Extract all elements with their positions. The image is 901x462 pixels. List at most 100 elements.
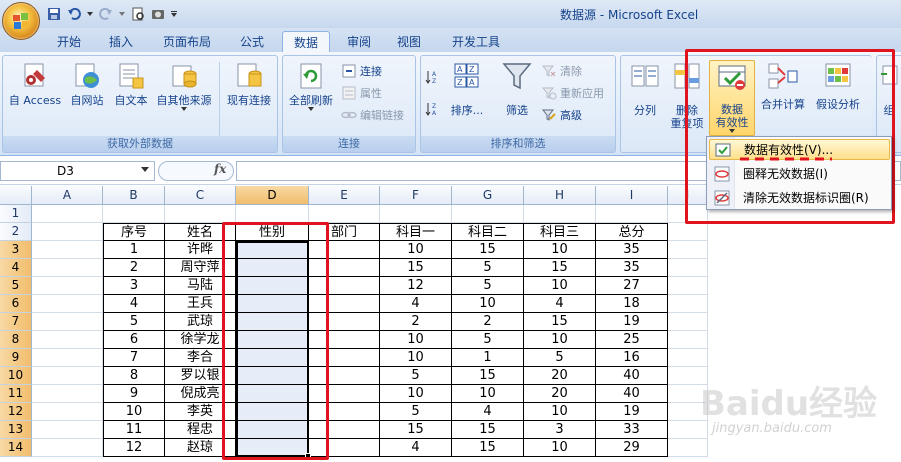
column-header-c[interactable]: C [165, 186, 236, 205]
cell-g5[interactable]: 5 [452, 277, 524, 295]
cell-f4[interactable]: 15 [380, 259, 452, 277]
cell-f7[interactable]: 2 [380, 313, 452, 331]
cell-b10[interactable]: 8 [103, 367, 165, 385]
print-preview-icon[interactable] [130, 6, 146, 22]
properties-button[interactable]: 属性 [341, 84, 382, 102]
cell-a5[interactable] [32, 277, 103, 295]
cell-h5[interactable]: 10 [524, 277, 596, 295]
cell-i11[interactable]: 40 [596, 385, 668, 403]
cell-j7[interactable] [668, 313, 708, 331]
cell-b12[interactable]: 10 [103, 403, 165, 421]
cell-b13[interactable]: 11 [103, 421, 165, 439]
cell-g9[interactable]: 1 [452, 349, 524, 367]
cell-g6[interactable]: 10 [452, 295, 524, 313]
cell-f12[interactable]: 5 [380, 403, 452, 421]
cell-f13[interactable]: 15 [380, 421, 452, 439]
from-other-sources-button[interactable]: 自其他来源 [151, 60, 217, 111]
cell-h13[interactable]: 3 [524, 421, 596, 439]
cell-h2[interactable]: 科目三 [524, 223, 596, 241]
row-header-10[interactable]: 10 [0, 367, 32, 385]
column-header-e[interactable]: E [309, 186, 380, 205]
select-all-corner[interactable] [0, 186, 32, 205]
cell-b5[interactable]: 3 [103, 277, 165, 295]
cell-i4[interactable]: 35 [596, 259, 668, 277]
cell-a12[interactable] [32, 403, 103, 421]
cell-i5[interactable]: 27 [596, 277, 668, 295]
clear-filter-button[interactable]: 清除 [541, 62, 582, 80]
tab-home[interactable]: 开始 [44, 31, 94, 52]
cell-h12[interactable]: 10 [524, 403, 596, 421]
row-header-12[interactable]: 12 [0, 403, 32, 421]
cell-f11[interactable]: 10 [380, 385, 452, 403]
cell-f3[interactable]: 10 [380, 241, 452, 259]
cell-b11[interactable]: 9 [103, 385, 165, 403]
cell-a9[interactable] [32, 349, 103, 367]
office-button[interactable] [2, 2, 40, 40]
cell-i12[interactable]: 19 [596, 403, 668, 421]
cell-g2[interactable]: 科目二 [452, 223, 524, 241]
cell-j2[interactable] [668, 223, 708, 241]
column-header-a[interactable]: A [32, 186, 103, 205]
cell-h14[interactable]: 10 [524, 439, 596, 457]
row-header-6[interactable]: 6 [0, 295, 32, 313]
cell-a6[interactable] [32, 295, 103, 313]
row-header-2[interactable]: 2 [0, 223, 32, 241]
connections-button[interactable]: 连接 [341, 62, 382, 80]
reapply-button[interactable]: 重新应用 [541, 84, 604, 102]
cell-g4[interactable]: 5 [452, 259, 524, 277]
from-text-button[interactable]: 自文本 [109, 60, 153, 107]
cell-g11[interactable]: 10 [452, 385, 524, 403]
cell-a10[interactable] [32, 367, 103, 385]
cell-i9[interactable]: 16 [596, 349, 668, 367]
cell-i10[interactable]: 40 [596, 367, 668, 385]
cell-b1[interactable] [103, 205, 165, 223]
tab-formulas[interactable]: 公式 [228, 31, 276, 52]
cell-i2[interactable]: 总分 [596, 223, 668, 241]
tab-view[interactable]: 视图 [386, 31, 432, 52]
cell-a11[interactable] [32, 385, 103, 403]
tab-review[interactable]: 审阅 [336, 31, 382, 52]
cell-f9[interactable]: 10 [380, 349, 452, 367]
text-to-columns-button[interactable]: 分列 [623, 60, 667, 117]
row-header-4[interactable]: 4 [0, 259, 32, 277]
cell-i1[interactable] [596, 205, 668, 223]
cell-f2[interactable]: 科目一 [380, 223, 452, 241]
cell-g10[interactable]: 15 [452, 367, 524, 385]
cell-b14[interactable]: 12 [103, 439, 165, 457]
cell-j9[interactable] [668, 349, 708, 367]
cell-b7[interactable]: 5 [103, 313, 165, 331]
row-header-5[interactable]: 5 [0, 277, 32, 295]
tab-page-layout[interactable]: 页面布局 [152, 31, 222, 52]
cell-h9[interactable]: 5 [524, 349, 596, 367]
name-box[interactable]: D3 [0, 161, 155, 181]
cell-e1[interactable] [309, 205, 380, 223]
cell-h10[interactable]: 20 [524, 367, 596, 385]
row-header-1[interactable]: 1 [0, 205, 32, 223]
cell-f10[interactable]: 5 [380, 367, 452, 385]
cell-j5[interactable] [668, 277, 708, 295]
cell-j4[interactable] [668, 259, 708, 277]
cell-b2[interactable]: 序号 [103, 223, 165, 241]
from-web-button[interactable]: 自网站 [65, 60, 109, 107]
from-access-button[interactable]: 自 Access [5, 60, 65, 107]
cell-h8[interactable]: 10 [524, 331, 596, 349]
cell-f8[interactable]: 10 [380, 331, 452, 349]
cell-g13[interactable]: 15 [452, 421, 524, 439]
row-header-13[interactable]: 13 [0, 421, 32, 439]
cell-c1[interactable] [165, 205, 236, 223]
sort-ascending-button[interactable]: AZ [425, 68, 441, 86]
cell-f6[interactable]: 4 [380, 295, 452, 313]
column-header-b[interactable]: B [103, 186, 165, 205]
refresh-all-button[interactable]: 全部刷新 [285, 60, 337, 111]
tab-data[interactable]: 数据 [282, 31, 330, 52]
cell-i14[interactable]: 29 [596, 439, 668, 457]
row-header-9[interactable]: 9 [0, 349, 32, 367]
camera-icon[interactable] [150, 6, 166, 22]
row-header-8[interactable]: 8 [0, 331, 32, 349]
sort-descending-button[interactable]: ZA [425, 100, 441, 118]
undo-icon[interactable] [66, 6, 82, 22]
cell-j14[interactable] [668, 439, 708, 457]
cell-a3[interactable] [32, 241, 103, 259]
cell-i7[interactable]: 19 [596, 313, 668, 331]
name-box-dropdown-icon[interactable] [141, 167, 149, 172]
